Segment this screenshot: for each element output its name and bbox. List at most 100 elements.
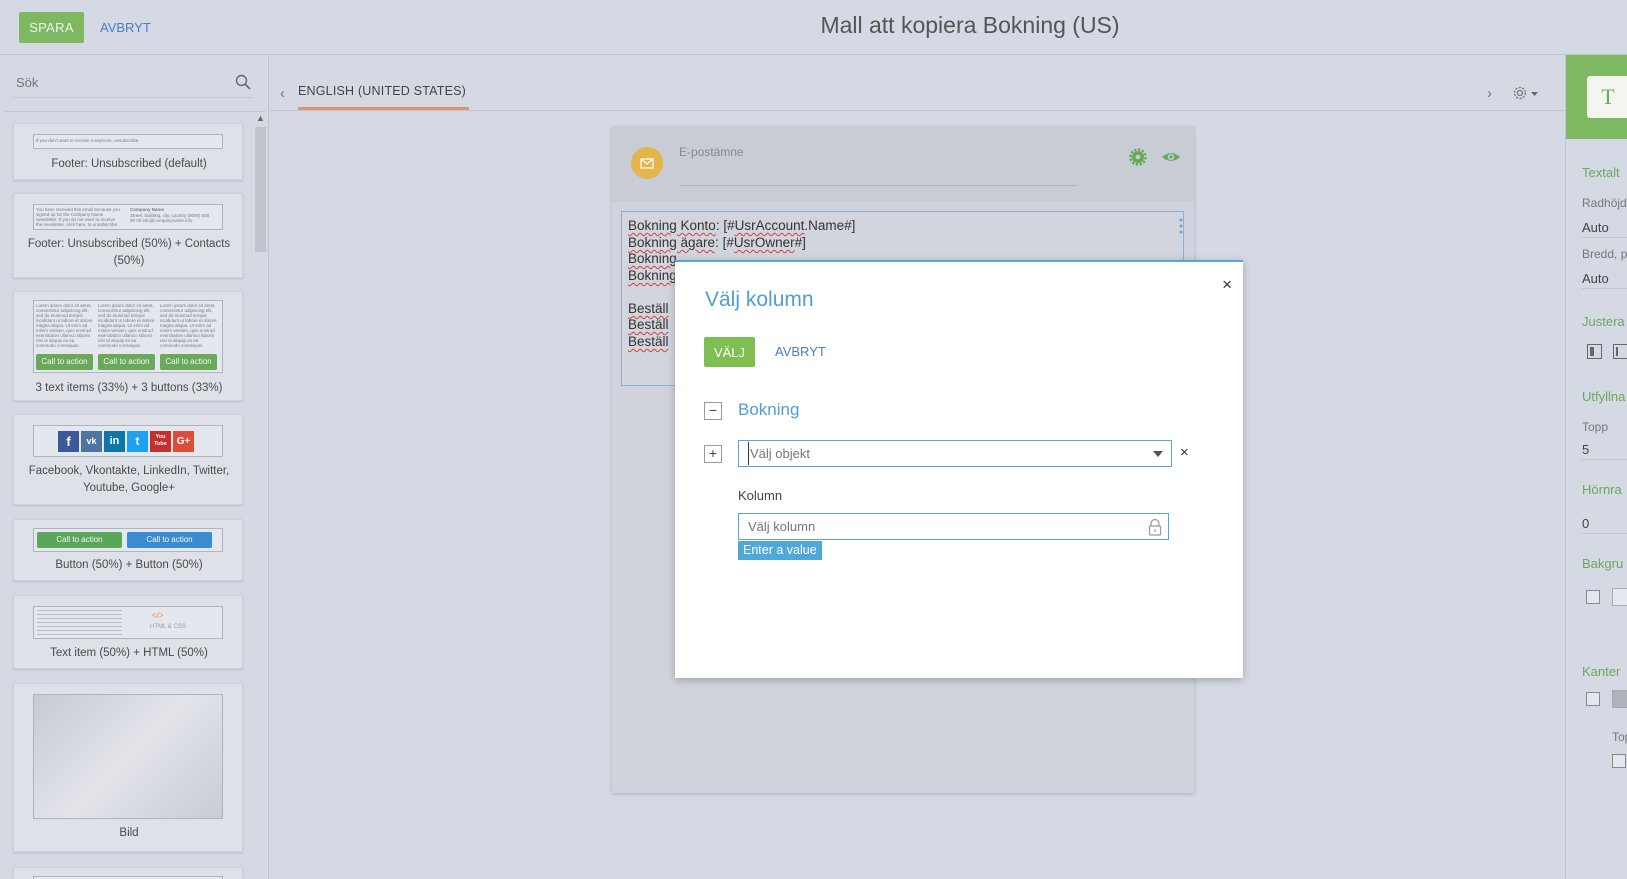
body-text: Beställ <box>628 317 669 332</box>
top-padding-value[interactable]: 5 <box>1582 442 1589 457</box>
column-select[interactable] <box>738 513 1169 540</box>
properties-panel: T Textalt Radhöjd Auto Bredd, p Auto Jus… <box>1565 55 1627 879</box>
template-label: Button (50%) + Button (50%) <box>55 559 203 571</box>
dialog-cancel-button[interactable]: AVBRYT <box>775 337 826 367</box>
border-checkbox[interactable] <box>1586 692 1600 706</box>
linkedin-icon: in <box>104 431 125 452</box>
width-value[interactable]: Auto <box>1582 271 1609 286</box>
thumbnail-text-lines <box>37 610 122 636</box>
divider <box>1582 288 1627 289</box>
facebook-icon: f <box>58 431 79 452</box>
close-icon[interactable]: × <box>1222 275 1232 295</box>
template-card-footer-contacts[interactable]: You have received this email because you… <box>13 193 243 278</box>
cta-button-preview: Call to action <box>36 354 93 370</box>
thumbnail-text: Lorem ipsum dolor sit amet, consectetur … <box>160 303 217 348</box>
thumbnail-text: You have received this email because you… <box>36 207 120 227</box>
select-button[interactable]: VÄLJ <box>704 337 755 367</box>
cta-button-preview: Call to action <box>160 354 217 370</box>
column-input[interactable] <box>748 515 1128 538</box>
border-top-checkbox[interactable] <box>1612 754 1626 768</box>
corner-value[interactable]: 0 <box>1582 516 1589 531</box>
template-card-3-text-3-buttons[interactable]: Lorem ipsum dolor sit amet, consectetur … <box>13 291 243 401</box>
body-text: Bokning <box>628 251 677 266</box>
search-icon[interactable] <box>235 74 251 90</box>
template-card-text-html[interactable]: </> HTML & CSS Text item (50%) + HTML (5… <box>13 595 243 669</box>
scroll-thumb[interactable] <box>255 127 266 252</box>
group-title: Bokning <box>738 400 800 419</box>
template-label: 3 text items (33%) + 3 buttons (33%) <box>35 382 223 394</box>
template-thumbnail: Lorem ipsum dolor sit amet, consectetur … <box>33 300 223 373</box>
body-text: : [# <box>715 218 735 233</box>
html-icon: </> <box>152 611 164 620</box>
subject-input[interactable] <box>679 185 1077 186</box>
expand-icon[interactable]: + <box>704 445 722 463</box>
cta-button-preview: Call to action <box>127 532 212 548</box>
tab-english-us[interactable]: ENGLISH (UNITED STATES) <box>298 84 466 98</box>
subject-label: E-postämne <box>679 145 744 159</box>
template-label: Footer: Unsubscribed (default) <box>51 158 207 170</box>
background-color-swatch[interactable] <box>1612 588 1627 606</box>
thumbnail-text: If you don't want to receive it anymore,… <box>36 138 139 143</box>
template-card-image[interactable]: Bild <box>13 683 243 852</box>
body-line: Bokning Konto: [#UsrAccount.Name#] <box>628 218 855 233</box>
thumbnail-title: Company Name <box>130 207 165 212</box>
body-text: #] <box>794 235 806 250</box>
chevron-down-icon[interactable] <box>1153 451 1163 457</box>
preview-eye-icon[interactable] <box>1161 148 1181 166</box>
active-tab-indicator <box>298 107 469 110</box>
chevron-right-icon[interactable]: › <box>1487 85 1492 102</box>
template-thumbnail: f vk in t You Tube G+ <box>33 425 223 457</box>
template-thumbnail: You have received this email because you… <box>33 204 223 230</box>
mail-icon <box>631 147 663 179</box>
remove-icon[interactable]: × <box>1180 444 1189 461</box>
divider <box>1582 459 1627 460</box>
scroll-up-icon[interactable]: ▲ <box>255 113 266 125</box>
column-label: Kolumn <box>738 488 783 503</box>
body-text: Bokning <box>628 268 677 283</box>
thumbnail-text: Lorem ipsum dolor sit amet, consectetur … <box>36 303 93 348</box>
template-card-partial[interactable] <box>13 867 243 879</box>
object-select[interactable] <box>738 440 1172 467</box>
template-label: Text item (50%) + HTML (50%) <box>50 647 208 659</box>
collapse-icon[interactable]: − <box>704 402 722 420</box>
template-scrollbar[interactable]: ▲ <box>254 113 267 879</box>
top-padding-label: Topp <box>1582 420 1609 434</box>
template-label: Bild <box>119 827 139 839</box>
dialog-title: Välj kolumn <box>705 288 814 311</box>
background-checkbox[interactable] <box>1586 590 1600 604</box>
body-line: Beställ <box>628 317 669 332</box>
search-input[interactable] <box>13 67 223 97</box>
template-thumbnail: Call to action Call to action <box>33 528 223 552</box>
lock-icon <box>1148 518 1162 536</box>
thumbnail-text: Street, building, city, country (0000) 0… <box>130 213 210 223</box>
text-tool-icon[interactable]: T <box>1587 76 1627 118</box>
template-card-social[interactable]: f vk in t You Tube G+ Facebook, Vkontakt… <box>13 414 243 505</box>
cta-button-preview: Call to action <box>98 354 155 370</box>
settings-icon[interactable] <box>1129 148 1147 166</box>
image-placeholder <box>33 694 223 819</box>
line-height-label: Radhöjd <box>1582 196 1627 210</box>
body-line: Beställ <box>628 301 669 316</box>
template-panel: If you don't want to receive it anymore,… <box>0 55 269 879</box>
thumbnail-text: HTML & CSS <box>150 624 186 630</box>
line-height-value[interactable]: Auto <box>1582 220 1609 235</box>
body-text: Bokning Konto <box>628 218 716 233</box>
vkontakte-icon: vk <box>81 431 102 452</box>
divider <box>1582 533 1627 534</box>
align-title: Justera <box>1582 314 1625 329</box>
section-title: Textalt <box>1582 165 1620 180</box>
email-header: E-postämne <box>612 127 1194 202</box>
object-input[interactable] <box>748 442 1128 465</box>
template-card-two-buttons[interactable]: Call to action Call to action Button (50… <box>13 519 243 581</box>
body-text: Beställ <box>628 334 669 349</box>
body-text: Bokning ägare <box>628 235 716 250</box>
align-left-icon[interactable] <box>1587 344 1627 360</box>
template-label: Facebook, Vkontakte, LinkedIn, Twitter, … <box>28 465 230 494</box>
body-text: Beställ <box>628 301 669 316</box>
body-line: Bokning <box>628 251 677 266</box>
chevron-left-icon[interactable]: ‹ <box>280 85 285 102</box>
gear-icon[interactable] <box>1511 83 1541 103</box>
border-color-swatch[interactable] <box>1612 690 1627 708</box>
block-menu-icon[interactable] <box>1179 217 1183 235</box>
template-card-footer-unsubscribed[interactable]: If you don't want to receive it anymore,… <box>13 123 243 180</box>
